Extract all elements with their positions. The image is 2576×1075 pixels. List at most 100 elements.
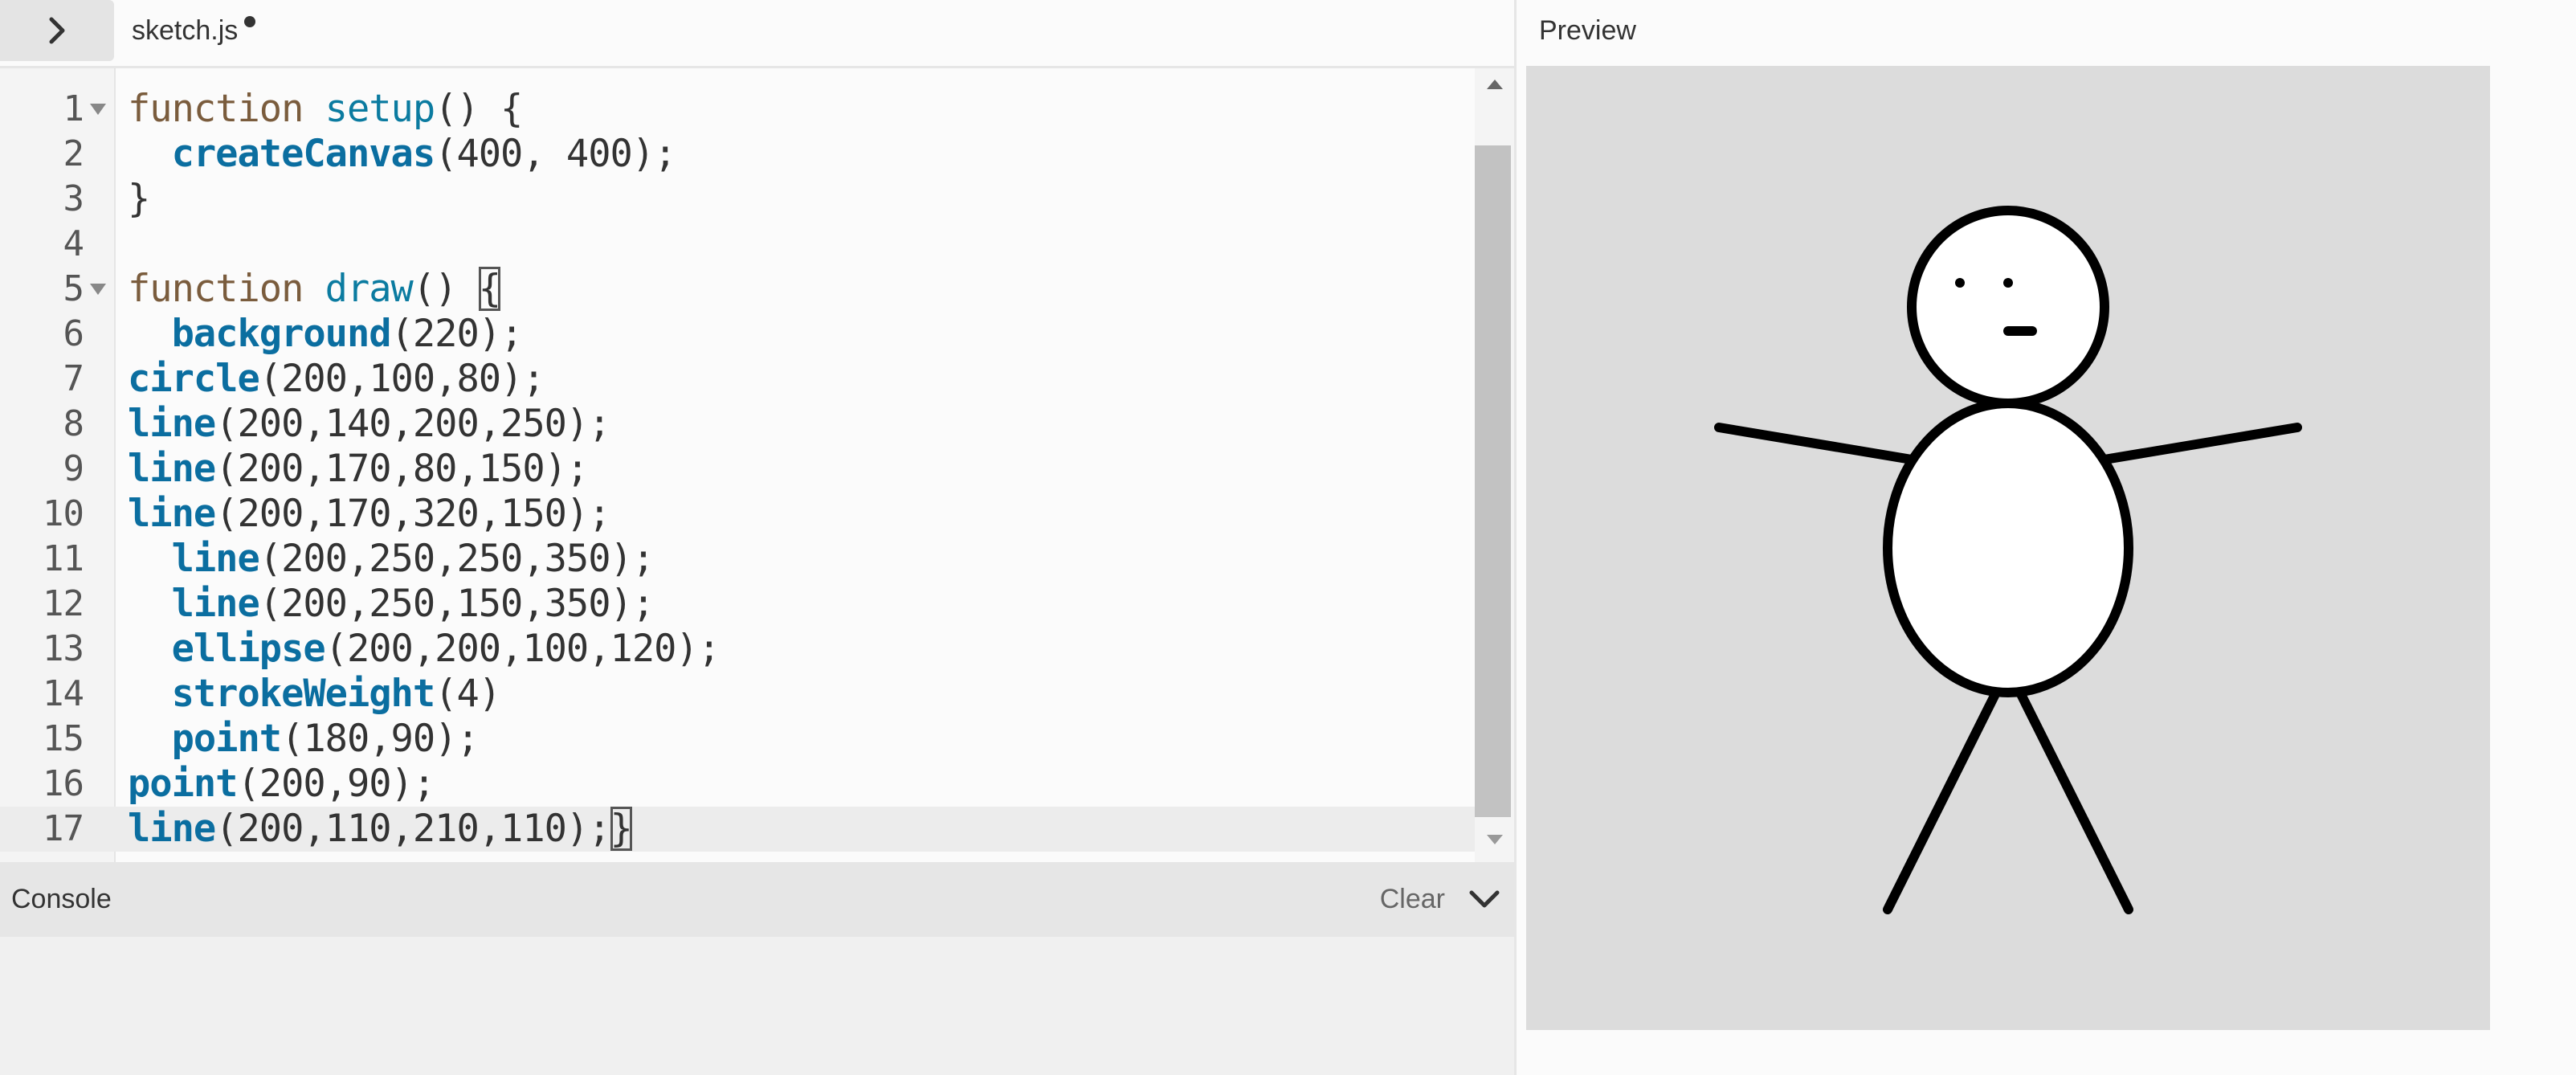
line-number: 12 xyxy=(43,583,84,624)
line-number: 15 xyxy=(43,718,84,759)
line-number: 6 xyxy=(63,313,85,354)
console-clear-button[interactable]: Clear xyxy=(1380,862,1445,937)
code-line[interactable]: 5 function draw() { xyxy=(0,267,1475,312)
code-token-builtin: line xyxy=(171,582,260,626)
code-token: () xyxy=(412,267,479,311)
code-line[interactable]: 13 ellipse(200,200,100,120); xyxy=(0,627,1475,672)
line-number: 9 xyxy=(63,448,85,489)
console-collapse-button[interactable] xyxy=(1464,880,1504,920)
code-token-builtin: strokeWeight xyxy=(171,672,436,716)
code-line[interactable]: 11 line(200,250,250,350); xyxy=(0,537,1475,582)
code-text: circle(200,100,80); xyxy=(128,357,545,402)
sidebar-toggle-button[interactable] xyxy=(0,0,114,61)
code-line[interactable]: 16 point(200,90); xyxy=(0,762,1475,807)
code-token: } xyxy=(128,177,150,221)
line-number: 13 xyxy=(43,628,84,669)
preview-canvas[interactable] xyxy=(1526,66,2490,1030)
line-number: 11 xyxy=(43,538,84,579)
code-text: line(200,110,210,110);} xyxy=(128,807,633,852)
code-line[interactable]: 1 function setup() { xyxy=(0,87,1475,132)
code-token: (200,100,80); xyxy=(259,357,545,401)
scroll-down-button[interactable] xyxy=(1475,824,1514,856)
console-header: Console Clear xyxy=(0,862,1514,937)
line-number: 3 xyxy=(63,178,85,219)
code-line[interactable]: 10 line(200,170,320,150); xyxy=(0,492,1475,537)
code-token: (180,90); xyxy=(281,717,480,761)
code-token-builtin: background xyxy=(171,312,392,356)
code-token-builtin: line xyxy=(128,402,216,446)
code-token: (200,250,150,350); xyxy=(259,582,655,626)
code-line[interactable]: 17 line(200,110,210,110);} xyxy=(0,807,1475,852)
fold-arrow-icon[interactable] xyxy=(88,267,108,312)
scroll-up-button[interactable] xyxy=(1475,68,1514,100)
code-text: createCanvas(400, 400); xyxy=(128,132,677,177)
code-token-builtin: line xyxy=(171,537,260,581)
code-text: ellipse(200,200,100,120); xyxy=(128,627,721,672)
code-token: (200,170,80,150); xyxy=(215,447,589,491)
code-line[interactable]: 12 line(200,250,150,350); xyxy=(0,582,1475,627)
code-text: line(200,170,320,150); xyxy=(128,492,611,537)
code-text: line(200,140,200,250); xyxy=(128,402,611,447)
fold-arrow-icon[interactable] xyxy=(88,87,108,132)
line-number: 16 xyxy=(43,763,84,804)
code-text: point(200,90); xyxy=(128,762,435,807)
line-number: 2 xyxy=(63,133,85,174)
matched-bracket: { xyxy=(478,267,501,311)
code-text: line(200,250,150,350); xyxy=(128,582,655,627)
code-text: line(200,250,250,350); xyxy=(128,537,655,582)
code-token-kw: function xyxy=(128,267,304,311)
code-token-fn-name: setup xyxy=(325,87,435,131)
code-line[interactable]: 9 line(200,170,80,150); xyxy=(0,447,1475,492)
code-token: (200,250,250,350); xyxy=(259,537,655,581)
line-number: 8 xyxy=(63,403,85,444)
line-number: 5 xyxy=(63,268,85,309)
triangle-up-icon xyxy=(1486,80,1503,89)
code-token-builtin: circle xyxy=(128,357,260,401)
code-text: strokeWeight(4) xyxy=(128,672,501,717)
code-line[interactable]: 15 point(180,90); xyxy=(0,717,1475,762)
code-token: (200,200,100,120); xyxy=(325,627,721,671)
code-text: function draw() { xyxy=(128,267,501,312)
sketch-drawing xyxy=(1714,206,2302,914)
code-line[interactable]: 8 line(200,140,200,250); xyxy=(0,402,1475,447)
code-line[interactable]: 4 xyxy=(0,222,1475,267)
file-tab-name: sketch.js xyxy=(132,14,239,46)
line-number: 1 xyxy=(63,88,85,129)
code-line[interactable]: 14 strokeWeight(4) xyxy=(0,672,1475,717)
chevron-right-icon xyxy=(49,17,65,44)
code-editor[interactable]: 1 function setup() {2 createCanvas(400, 4… xyxy=(0,68,1514,862)
code-token: (200,170,320,150); xyxy=(215,492,610,536)
code-token: (400, 400); xyxy=(435,132,676,176)
code-line[interactable]: 6 background(220); xyxy=(0,312,1475,357)
sketch-line xyxy=(1883,664,2013,914)
code-line[interactable]: 7 circle(200,100,80); xyxy=(0,357,1475,402)
column-divider[interactable] xyxy=(1514,0,1517,1075)
scroll-thumb[interactable] xyxy=(1475,145,1511,817)
code-area[interactable]: 1 function setup() {2 createCanvas(400, 4… xyxy=(0,68,1475,862)
code-token: (200,140,200,250); xyxy=(215,402,610,446)
unsaved-indicator xyxy=(244,16,256,27)
code-line[interactable]: 3} xyxy=(0,177,1475,222)
console-output[interactable] xyxy=(0,937,1514,1075)
code-token-builtin: point xyxy=(171,717,282,761)
line-number: 14 xyxy=(43,673,84,714)
file-tab[interactable]: sketch.js xyxy=(132,11,256,50)
code-text: function setup() { xyxy=(128,87,523,132)
code-line[interactable]: 2 createCanvas(400, 400); xyxy=(0,132,1475,177)
sketch-ellipse xyxy=(1883,399,2133,697)
editor-scrollbar[interactable] xyxy=(1475,68,1514,862)
chevron-down-icon xyxy=(1469,890,1500,908)
code-token-kw: function xyxy=(128,87,304,131)
code-token-builtin: line xyxy=(128,447,216,491)
code-token: (4) xyxy=(435,672,501,716)
code-text: } xyxy=(128,177,150,222)
code-token-fn-name: draw xyxy=(325,267,414,311)
sketch-circle xyxy=(1907,206,2109,408)
code-text: point(180,90); xyxy=(128,717,480,762)
